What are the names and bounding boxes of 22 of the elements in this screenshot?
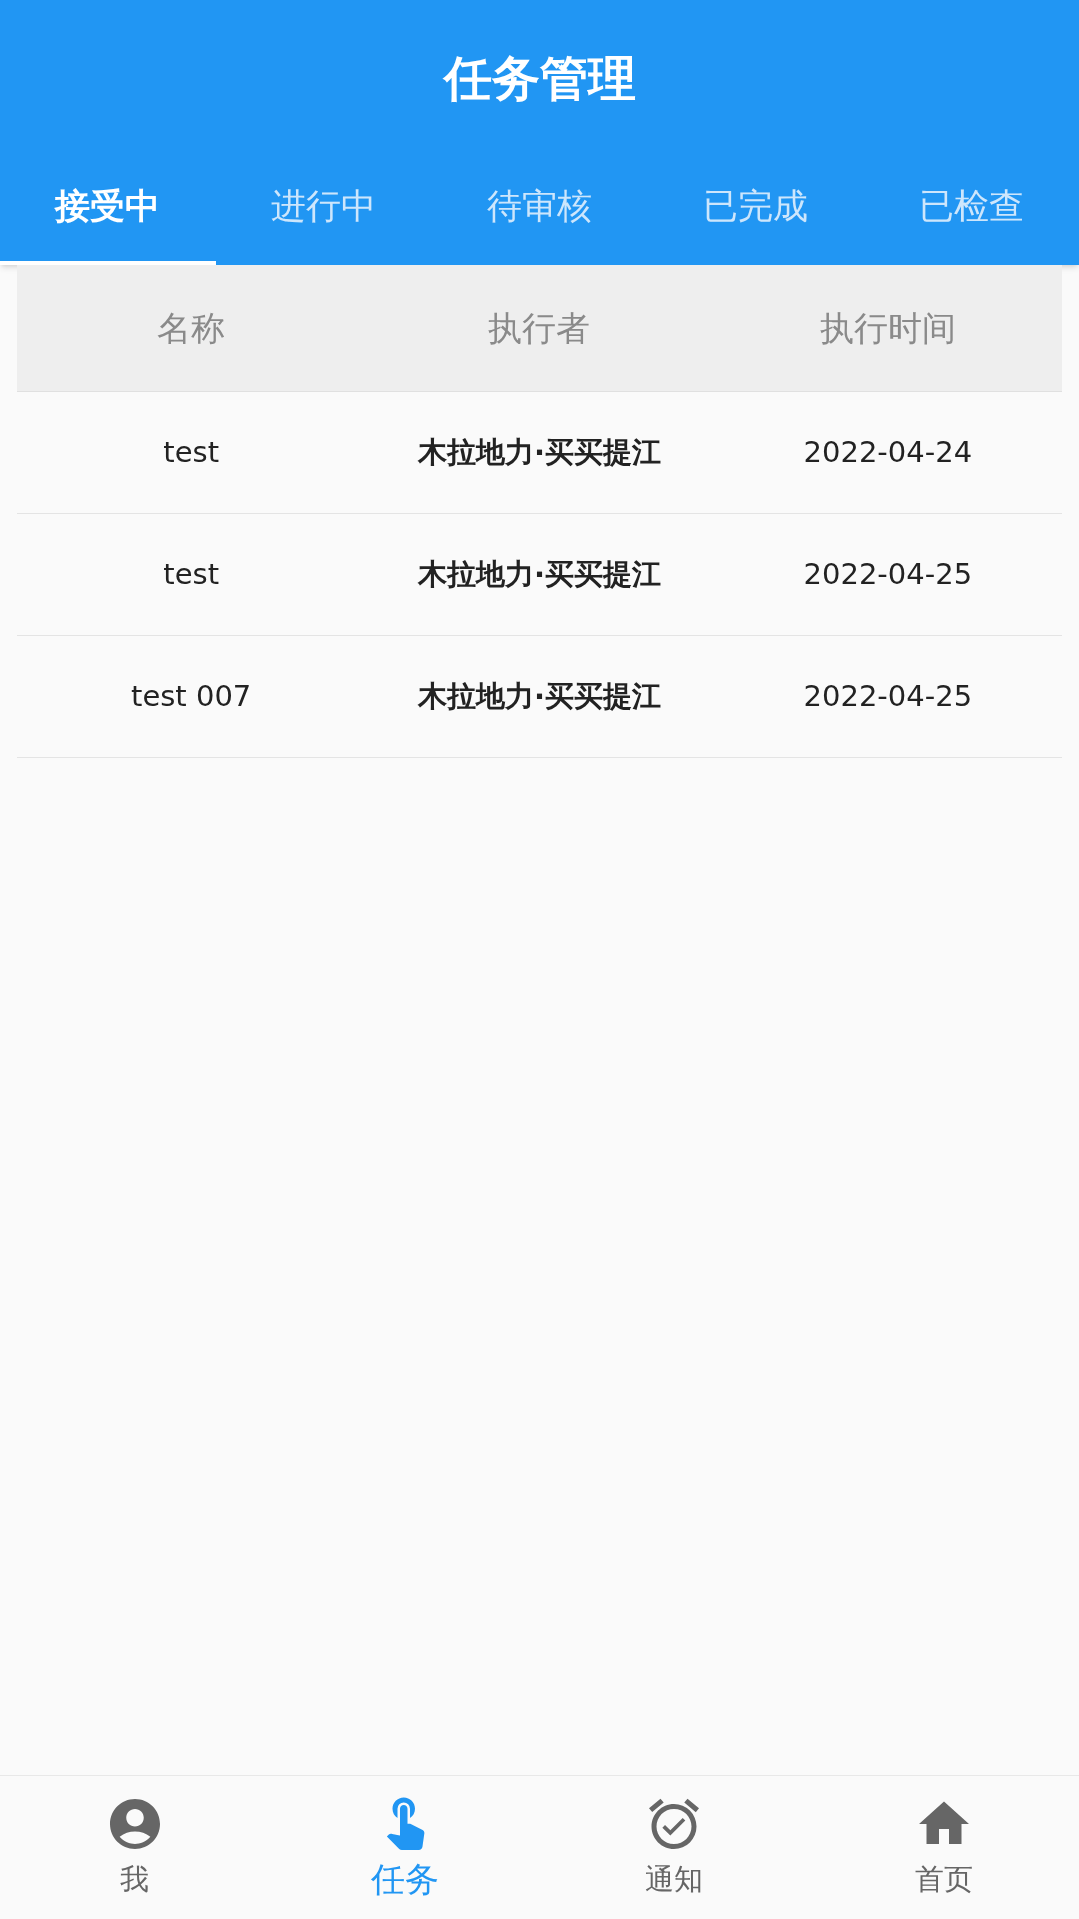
table-cell-text: 2022-04-24 — [802, 433, 974, 471]
tab[interactable]: 接受中 — [0, 155, 216, 265]
tab[interactable]: 待审核 — [431, 155, 648, 265]
table-cell-text: 木拉地力·买买提江 — [416, 555, 662, 593]
nav-item[interactable]: 首页 — [809, 1776, 1079, 1919]
table-cell-text: test — [162, 433, 220, 471]
tab[interactable]: 已检查 — [863, 155, 1079, 265]
nav-item[interactable]: 我 — [0, 1776, 270, 1919]
app-title: 任务管理 — [443, 48, 636, 108]
column-header: 执行时间 — [818, 306, 957, 350]
table-cell-text: 2022-04-25 — [802, 555, 974, 593]
table-cell-text: 木拉地力·买买提江 — [416, 677, 662, 715]
tab[interactable]: 已完成 — [647, 155, 864, 265]
tab[interactable]: 进行中 — [215, 155, 432, 265]
nav-item[interactable]: 任务 — [269, 1776, 540, 1919]
table-cell-text: test 007 — [130, 677, 253, 715]
column-header: 名称 — [156, 306, 227, 350]
table-cell-text: test — [162, 555, 220, 593]
nav-item[interactable]: 通知 — [539, 1776, 810, 1919]
table-cell-text: 木拉地力·买买提江 — [416, 433, 662, 471]
table-cell-text: 2022-04-25 — [802, 677, 974, 715]
column-header: 执行者 — [487, 306, 592, 350]
